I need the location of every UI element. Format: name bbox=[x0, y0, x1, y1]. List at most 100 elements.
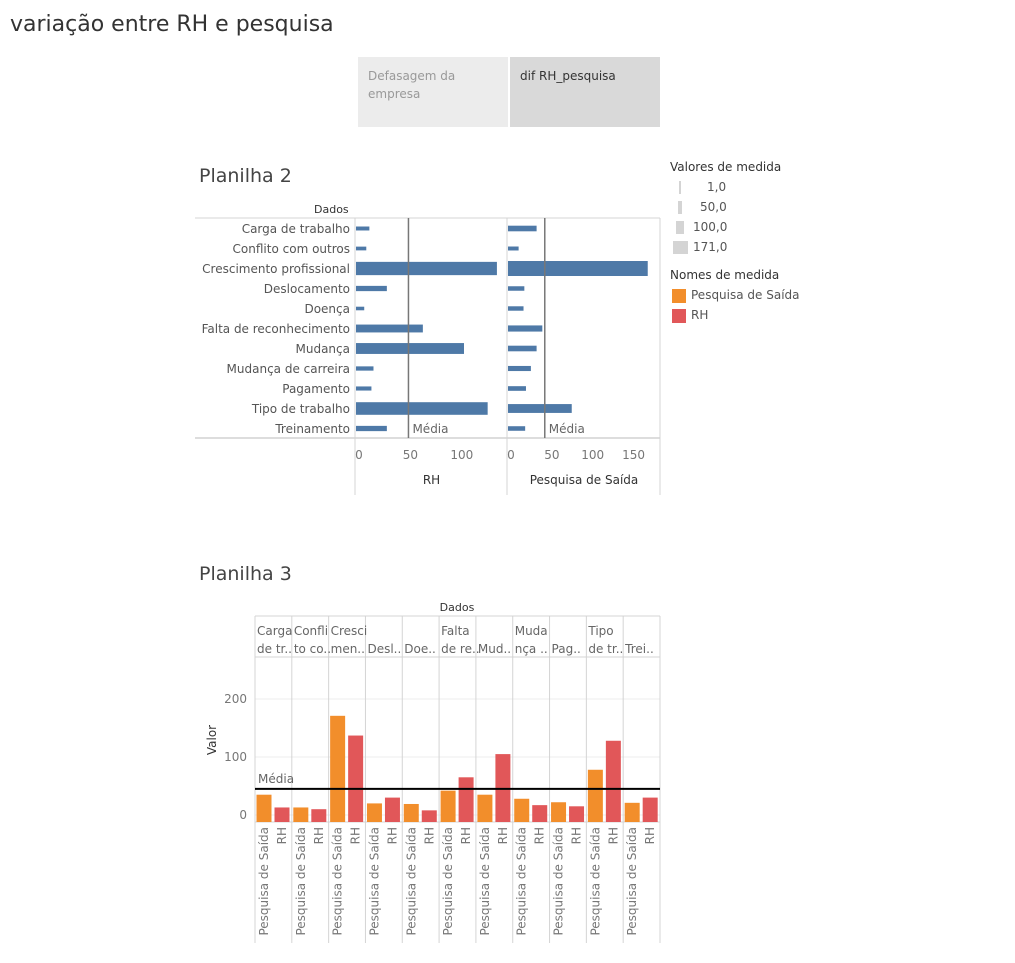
group-label: Muda bbox=[515, 624, 548, 638]
group-label: Carga bbox=[257, 624, 292, 638]
y-tick-label: 200 bbox=[224, 692, 247, 706]
x-tick-label: RH bbox=[422, 827, 436, 844]
x-tick-label: Pesquisa de Saída bbox=[367, 827, 381, 936]
mean-label: Média bbox=[412, 422, 448, 436]
group-label: men.. bbox=[331, 642, 365, 656]
bar bbox=[356, 246, 367, 251]
category-label: Pagamento bbox=[282, 382, 350, 396]
bar bbox=[624, 802, 640, 822]
group-label: de tr.. bbox=[588, 642, 623, 656]
category-label: Deslocamento bbox=[264, 282, 350, 296]
x-tick-label: Pesquisa de Saída bbox=[294, 827, 308, 936]
bar bbox=[356, 306, 365, 311]
bar bbox=[508, 286, 525, 291]
bar bbox=[366, 803, 382, 822]
bar bbox=[356, 324, 423, 333]
bar bbox=[508, 426, 526, 431]
mean-label: Média bbox=[549, 422, 585, 436]
group-label: de re.. bbox=[441, 642, 480, 656]
bar bbox=[587, 769, 603, 822]
group-label: Desl.. bbox=[367, 642, 401, 656]
bar bbox=[348, 735, 364, 822]
x-tick-label: RH bbox=[275, 827, 289, 844]
x-tick-label: RH bbox=[533, 827, 547, 844]
planilha3-chart: Dados 0 100 200 Valor Carga de tr.. Pesquisa de… bbox=[205, 601, 661, 943]
x-tick-label: Pesquisa de Saída bbox=[625, 827, 639, 936]
category-label: Carga de trabalho bbox=[242, 222, 350, 236]
group-label: Cresci bbox=[331, 624, 368, 638]
group-label: Mud.. bbox=[478, 642, 511, 656]
x-tick-label: Pesquisa de Saída bbox=[331, 827, 345, 936]
group-label: Pag.. bbox=[552, 642, 581, 656]
x-tick-label: Pesquisa de Saída bbox=[257, 827, 271, 936]
bar bbox=[508, 404, 572, 413]
bar bbox=[384, 797, 400, 822]
bar bbox=[293, 807, 309, 822]
bar bbox=[642, 797, 658, 822]
bar bbox=[508, 306, 524, 311]
tick-label: 50 bbox=[403, 448, 418, 462]
x-tick-label: RH bbox=[606, 827, 620, 844]
sheet2-header: Dados bbox=[314, 203, 349, 216]
y-tick-label: 0 bbox=[239, 808, 247, 822]
category-label: Tipo de trabalho bbox=[251, 402, 350, 416]
bar bbox=[508, 261, 648, 276]
tick-label: 50 bbox=[544, 448, 559, 462]
x-tick-label: RH bbox=[312, 827, 326, 844]
bar bbox=[532, 805, 548, 822]
bar bbox=[508, 325, 543, 332]
bar bbox=[477, 794, 493, 822]
tick-label: 150 bbox=[622, 448, 645, 462]
bar bbox=[256, 794, 272, 822]
tick-label: 0 bbox=[507, 448, 515, 462]
category-label: Doença bbox=[304, 302, 350, 316]
bar bbox=[330, 715, 346, 822]
bar bbox=[356, 226, 370, 231]
group-label: Falta bbox=[441, 624, 470, 638]
bar bbox=[569, 806, 585, 822]
bar bbox=[458, 777, 474, 822]
bar bbox=[440, 790, 456, 822]
category-label: Mudança bbox=[296, 342, 351, 356]
bar bbox=[356, 366, 374, 371]
bar bbox=[508, 345, 537, 352]
category-label: Conflito com outros bbox=[233, 242, 350, 256]
x-tick-label: RH bbox=[459, 827, 473, 844]
category-label: Treinamento bbox=[274, 422, 350, 436]
x-tick-label: RH bbox=[496, 827, 510, 844]
chart-area: Dados Carga de trabalho Conflito com outro… bbox=[195, 203, 661, 943]
group-label: to co.. bbox=[294, 642, 331, 656]
bar bbox=[551, 802, 567, 822]
category-label: Mudança de carreira bbox=[227, 362, 350, 376]
category-label: Falta de reconhecimento bbox=[202, 322, 350, 336]
tick-label: 100 bbox=[450, 448, 473, 462]
bar bbox=[274, 807, 290, 822]
bar bbox=[508, 365, 531, 372]
bar bbox=[508, 225, 537, 232]
y-tick-label: 100 bbox=[224, 750, 247, 764]
axis-title: RH bbox=[423, 473, 440, 487]
x-tick-label: RH bbox=[385, 827, 399, 844]
group-label: Confli bbox=[294, 624, 328, 638]
group-label: Tipo bbox=[587, 624, 613, 638]
bar bbox=[356, 261, 497, 276]
x-tick-label: Pesquisa de Saída bbox=[404, 827, 418, 936]
y-axis-title: Valor bbox=[205, 725, 219, 755]
bar bbox=[514, 798, 530, 822]
group-label: Doe.. bbox=[404, 642, 436, 656]
sheet3-header: Dados bbox=[440, 601, 475, 614]
planilha2-chart: Dados Carga de trabalho Conflito com outro… bbox=[195, 203, 661, 495]
x-tick-label: RH bbox=[349, 827, 363, 844]
x-tick-label: Pesquisa de Saída bbox=[441, 827, 455, 936]
bar bbox=[356, 402, 488, 415]
tick-label: 0 bbox=[355, 448, 363, 462]
x-tick-label: RH bbox=[570, 827, 584, 844]
bar bbox=[356, 386, 372, 391]
x-tick-label: Pesquisa de Saída bbox=[552, 827, 566, 936]
category-label: Crescimento profissional bbox=[202, 262, 350, 276]
mean-label: Média bbox=[258, 772, 294, 786]
bar bbox=[311, 809, 327, 822]
group-label: Trei.. bbox=[624, 642, 654, 656]
bar bbox=[356, 343, 464, 354]
bar bbox=[356, 285, 387, 292]
